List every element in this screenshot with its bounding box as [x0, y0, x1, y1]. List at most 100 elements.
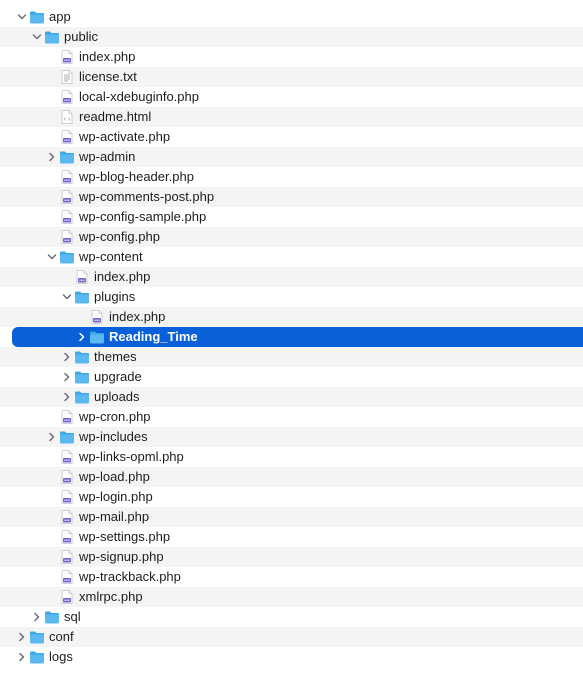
tree-item-label: wp-includes [79, 429, 148, 444]
tree-row-folder[interactable]: sql [0, 607, 583, 627]
tree-row-folder[interactable]: wp-content [0, 247, 583, 267]
chevron-right-icon[interactable] [61, 391, 73, 403]
tree-row-file[interactable]: wp-signup.php [0, 547, 583, 567]
tree-row-file[interactable]: wp-load.php [0, 467, 583, 487]
tree-row-folder[interactable]: app [0, 7, 583, 27]
folder-icon [74, 349, 90, 365]
tree-item-label: wp-admin [79, 149, 136, 164]
tree-item-label: plugins [94, 289, 136, 304]
tree-item-label: sql [64, 609, 81, 624]
chevron-right-icon[interactable] [16, 631, 28, 643]
tree-item-label: Reading_Time [109, 329, 198, 344]
tree-row-folder[interactable]: wp-includes [0, 427, 583, 447]
tree-item-label: index.php [79, 49, 136, 64]
php-file-icon [59, 49, 75, 65]
folder-icon [74, 369, 90, 385]
folder-icon [74, 389, 90, 405]
php-file-icon [74, 269, 90, 285]
tree-item-label: local-xdebuginfo.php [79, 89, 199, 104]
tree-row-file[interactable]: local-xdebuginfo.php [0, 87, 583, 107]
tree-row-file[interactable]: wp-cron.php [0, 407, 583, 427]
tree-row-file[interactable]: wp-config.php [0, 227, 583, 247]
tree-row-file[interactable]: wp-comments-post.php [0, 187, 583, 207]
chevron-right-icon[interactable] [31, 611, 43, 623]
folder-icon [74, 289, 90, 305]
tree-item-label: wp-load.php [79, 469, 150, 484]
tree-row-file[interactable]: wp-links-opml.php [0, 447, 583, 467]
tree-row-folder[interactable]: upgrade [0, 367, 583, 387]
tree-item-label: upgrade [94, 369, 142, 384]
php-file-icon [59, 129, 75, 145]
tree-row-file[interactable]: license.txt [0, 67, 583, 87]
php-file-icon [59, 409, 75, 425]
tree-item-label: app [49, 9, 71, 24]
tree-row-folder[interactable]: conf [0, 627, 583, 647]
tree-item-label: wp-login.php [79, 489, 153, 504]
php-file-icon [59, 229, 75, 245]
php-file-icon [59, 469, 75, 485]
php-file-icon [59, 209, 75, 225]
tree-item-label: xmlrpc.php [79, 589, 143, 604]
tree-item-label: license.txt [79, 69, 137, 84]
tree-row-file[interactable]: wp-blog-header.php [0, 167, 583, 187]
tree-item-label: index.php [94, 269, 151, 284]
tree-row-file[interactable]: xmlrpc.php [0, 587, 583, 607]
folder-icon [29, 649, 45, 665]
tree-row-folder[interactable]: themes [0, 347, 583, 367]
html-file-icon [59, 109, 75, 125]
php-file-icon [59, 449, 75, 465]
folder-icon [29, 629, 45, 645]
folder-icon [59, 249, 75, 265]
folder-icon [44, 29, 60, 45]
php-file-icon [59, 569, 75, 585]
file-tree: app public index.php license.txt local-xdebu… [0, 0, 583, 679]
php-file-icon [89, 309, 105, 325]
folder-icon [89, 329, 105, 345]
chevron-down-icon[interactable] [16, 11, 28, 23]
tree-row-folder[interactable]: public [0, 27, 583, 47]
tree-item-label: public [64, 29, 98, 44]
tree-item-label: wp-cron.php [79, 409, 151, 424]
tree-item-label: wp-config-sample.php [79, 209, 207, 224]
tree-row-folder[interactable]: logs [0, 647, 583, 667]
tree-item-label: wp-trackback.php [79, 569, 181, 584]
chevron-right-icon[interactable] [46, 151, 58, 163]
chevron-down-icon[interactable] [46, 251, 58, 263]
chevron-down-icon[interactable] [61, 291, 73, 303]
tree-item-label: uploads [94, 389, 140, 404]
tree-row-file[interactable]: wp-config-sample.php [0, 207, 583, 227]
tree-row-file[interactable]: index.php [0, 307, 583, 327]
tree-item-label: wp-config.php [79, 229, 160, 244]
php-file-icon [59, 189, 75, 205]
tree-item-label: readme.html [79, 109, 152, 124]
tree-row-folder[interactable]: wp-admin [0, 147, 583, 167]
tree-row-file[interactable]: wp-mail.php [0, 507, 583, 527]
tree-item-label: wp-content [79, 249, 143, 264]
php-file-icon [59, 549, 75, 565]
chevron-down-icon[interactable] [31, 31, 43, 43]
chevron-right-icon[interactable] [16, 651, 28, 663]
chevron-right-icon[interactable] [46, 431, 58, 443]
tree-item-label: wp-blog-header.php [79, 169, 194, 184]
tree-row-file[interactable]: readme.html [0, 107, 583, 127]
chevron-right-icon[interactable] [61, 371, 73, 383]
tree-row-file[interactable]: wp-login.php [0, 487, 583, 507]
chevron-right-icon[interactable] [61, 351, 73, 363]
folder-icon [29, 9, 45, 25]
chevron-right-icon[interactable] [76, 331, 88, 343]
tree-row-file[interactable]: index.php [0, 47, 583, 67]
tree-row-folder[interactable]: Reading_Time [12, 327, 583, 347]
php-file-icon [59, 589, 75, 605]
tree-row-folder[interactable]: plugins [0, 287, 583, 307]
tree-row-file[interactable]: wp-settings.php [0, 527, 583, 547]
tree-row-folder[interactable]: uploads [0, 387, 583, 407]
tree-item-label: logs [49, 649, 73, 664]
php-file-icon [59, 169, 75, 185]
tree-item-label: wp-comments-post.php [79, 189, 215, 204]
php-file-icon [59, 489, 75, 505]
php-file-icon [59, 509, 75, 525]
tree-row-file[interactable]: wp-trackback.php [0, 567, 583, 587]
tree-item-label: index.php [109, 309, 166, 324]
tree-row-file[interactable]: wp-activate.php [0, 127, 583, 147]
tree-row-file[interactable]: index.php [0, 267, 583, 287]
